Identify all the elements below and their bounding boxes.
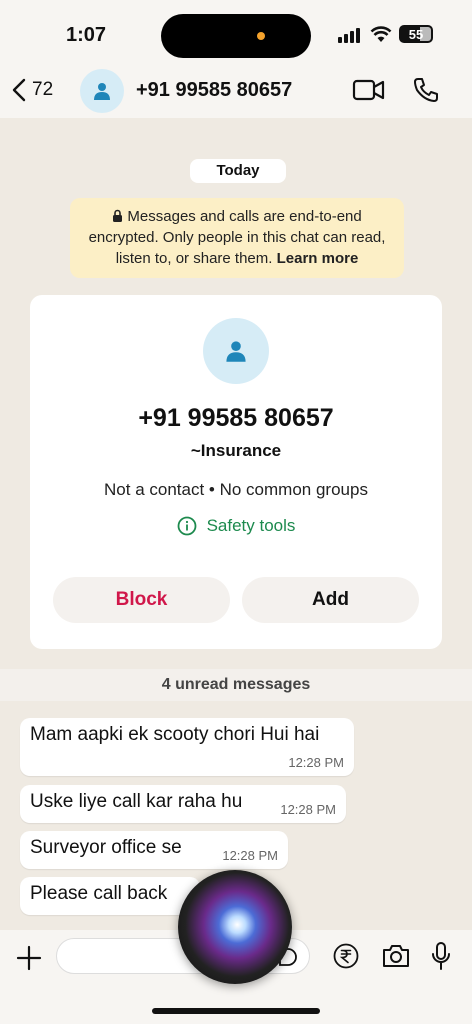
chat-header: 72 +91 99585 80657 xyxy=(0,66,472,118)
lock-icon xyxy=(113,209,123,222)
home-indicator xyxy=(152,1008,320,1014)
chevron-left-icon xyxy=(12,78,26,102)
person-icon xyxy=(226,341,246,362)
date-separator: Today xyxy=(190,159,286,183)
add-contact-button[interactable]: Add xyxy=(242,577,419,623)
info-icon xyxy=(177,516,196,536)
person-icon xyxy=(94,83,110,100)
chat-area[interactable]: Today Messages and calls are end-to-end … xyxy=(0,118,472,930)
safety-tools-label: Safety tools xyxy=(206,516,296,535)
cellular-signal-icon xyxy=(338,28,360,43)
message-text: Uske liye call kar raha hu xyxy=(30,791,243,812)
safety-tools-link[interactable]: Safety tools xyxy=(30,516,442,536)
block-button[interactable]: Block xyxy=(53,577,230,623)
battery-level-text: 55 xyxy=(408,26,424,42)
microphone-icon[interactable] xyxy=(431,941,451,971)
contact-avatar[interactable] xyxy=(80,69,124,113)
privacy-indicator-dot xyxy=(257,32,265,40)
message-bubble[interactable]: Uske liye call kar raha hu 12:28 PM xyxy=(20,785,346,823)
message-text: Please call back xyxy=(30,883,168,904)
status-bar: 1:07 55 xyxy=(0,0,472,66)
message-bubble[interactable]: Surveyor office se 12:28 PM xyxy=(20,831,288,869)
contact-status-info: Not a contact • No common groups xyxy=(104,480,368,499)
message-text: Mam aapki ek scooty chori Hui hai xyxy=(30,724,320,745)
plus-icon[interactable] xyxy=(16,945,42,971)
unread-chats-count: 72 xyxy=(32,79,54,100)
contact-name[interactable]: +91 99585 80657 xyxy=(136,79,292,102)
message-bubble[interactable]: Please call back xyxy=(20,877,200,915)
unread-messages-divider: 4 unread messages xyxy=(0,669,472,701)
dynamic-island xyxy=(161,14,311,58)
card-alias: ~Insurance xyxy=(190,441,282,460)
message-time: 12:28 PM xyxy=(222,848,278,863)
video-call-icon[interactable] xyxy=(352,78,386,102)
learn-more-link[interactable]: Learn more xyxy=(277,250,359,267)
siri-orb[interactable] xyxy=(178,870,292,984)
phone-icon[interactable] xyxy=(412,76,440,104)
status-time: 1:07 xyxy=(66,24,107,46)
battery-icon: 55 xyxy=(399,25,433,43)
wifi-icon xyxy=(370,26,392,42)
unknown-contact-card: +91 99585 80657 ~Insurance Not a contact… xyxy=(30,295,442,649)
message-time: 12:28 PM xyxy=(280,802,336,817)
rupee-icon[interactable] xyxy=(333,943,359,969)
message-time: 12:28 PM xyxy=(288,755,344,770)
message-bubble[interactable]: Mam aapki ek scooty chori Hui hai 12:28 … xyxy=(20,718,354,776)
camera-icon[interactable] xyxy=(381,943,411,969)
contact-avatar-large xyxy=(203,318,269,384)
back-button[interactable]: 72 xyxy=(12,78,53,102)
encryption-notice[interactable]: Messages and calls are end-to-end encryp… xyxy=(70,198,404,278)
card-phone-number: +91 99585 80657 xyxy=(138,404,334,432)
